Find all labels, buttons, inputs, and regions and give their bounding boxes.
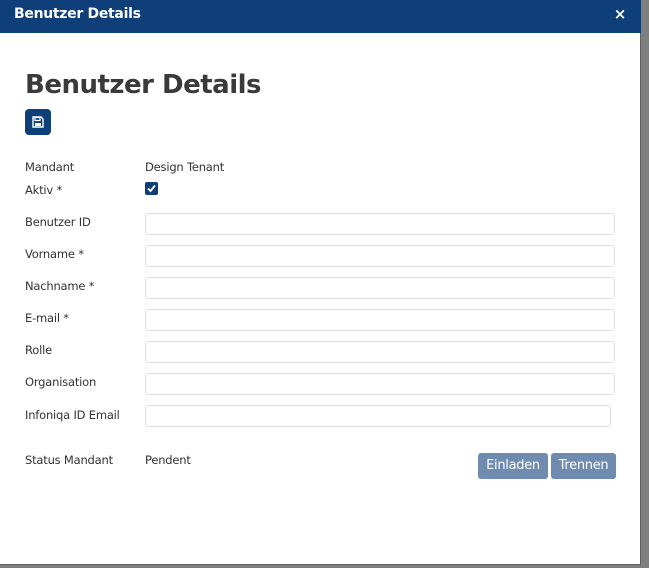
save-button[interactable] <box>25 109 51 135</box>
dialog-title: Benutzer Details <box>14 6 141 22</box>
status-mandant-label: Status Mandant <box>25 453 113 467</box>
aktiv-label: Aktiv * <box>25 183 63 197</box>
status-mandant-value: Pendent <box>145 453 191 467</box>
dialog-titlebar: Benutzer Details × <box>0 0 641 33</box>
benutzer-id-label: Benutzer ID <box>25 215 91 229</box>
rolle-label: Rolle <box>25 343 52 357</box>
email-input[interactable] <box>145 309 615 331</box>
close-icon[interactable]: × <box>612 4 628 24</box>
vorname-label: Vorname * <box>25 247 84 261</box>
einladen-button[interactable]: Einladen <box>478 453 548 479</box>
aktiv-checkbox[interactable] <box>145 182 158 195</box>
floppy-disk-icon <box>32 116 44 128</box>
nachname-input[interactable] <box>145 277 615 299</box>
nachname-label: Nachname * <box>25 279 95 293</box>
checkmark-icon <box>147 184 156 193</box>
page-title: Benutzer Details <box>25 70 262 100</box>
user-details-dialog: Benutzer Details × Benutzer Details Mand… <box>0 0 641 565</box>
email-label: E-mail * <box>25 311 69 325</box>
vorname-input[interactable] <box>145 245 615 267</box>
organisation-input[interactable] <box>145 373 615 395</box>
infoniqa-id-email-input[interactable] <box>145 405 611 427</box>
rolle-input[interactable] <box>145 341 615 363</box>
mandant-value: Design Tenant <box>145 160 225 174</box>
benutzer-id-input[interactable] <box>145 213 615 235</box>
mandant-label: Mandant <box>25 160 75 174</box>
organisation-label: Organisation <box>25 375 97 389</box>
infoniqa-id-email-label: Infoniqa ID Email <box>25 408 120 422</box>
trennen-button[interactable]: Trennen <box>551 453 616 479</box>
